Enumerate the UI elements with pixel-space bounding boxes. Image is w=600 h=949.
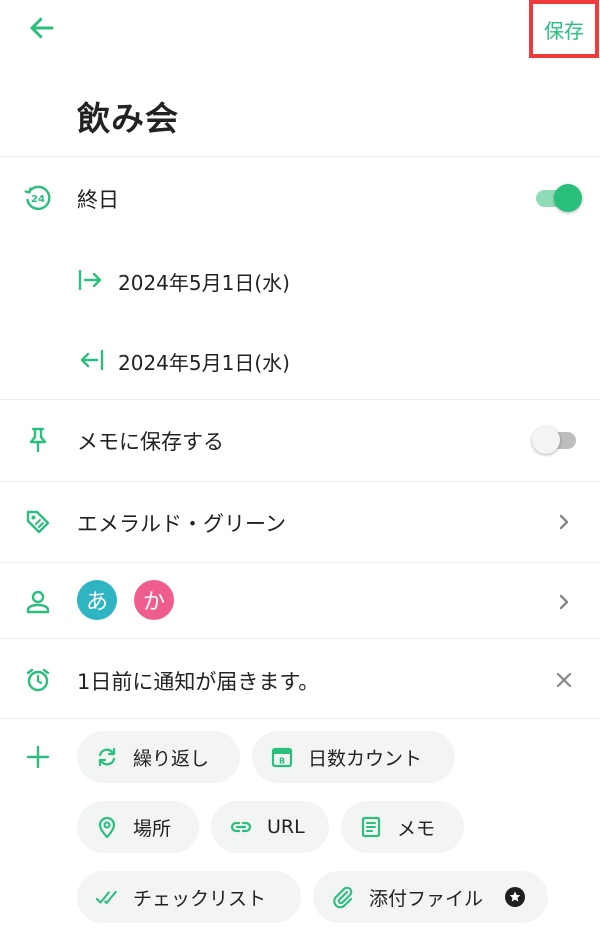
top-bar: 保存 xyxy=(0,0,600,62)
chip-url[interactable]: URL xyxy=(211,801,329,853)
notification-label: 1日前に通知が届きます。 xyxy=(77,670,320,694)
alarm-icon xyxy=(22,664,54,696)
svg-text:B: B xyxy=(279,757,285,766)
memo-save-label: メモに保存する xyxy=(77,430,224,454)
chip-label: URL xyxy=(267,816,305,838)
chip-memo[interactable]: メモ xyxy=(341,801,464,853)
avatar: か xyxy=(134,580,174,620)
divider xyxy=(0,399,600,400)
tag-icon xyxy=(22,506,54,538)
divider xyxy=(0,562,600,563)
start-arrow-icon xyxy=(77,266,105,294)
chip-location[interactable]: 場所 xyxy=(77,801,199,853)
checklist-icon xyxy=(95,885,119,909)
chip-day-count[interactable]: B 日数カウント xyxy=(252,731,455,783)
note-icon xyxy=(359,815,383,839)
memo-save-toggle[interactable] xyxy=(532,425,582,455)
repeat-icon xyxy=(95,745,119,769)
chip-label: チェックリスト xyxy=(133,887,267,910)
color-row[interactable]: エメラルド・グリーン xyxy=(0,492,600,552)
avatar: あ xyxy=(77,580,117,620)
start-date-row[interactable]: 2024年5月1日(水) xyxy=(0,250,600,310)
24h-icon: 24 xyxy=(22,182,54,214)
svg-text:24: 24 xyxy=(31,194,45,205)
end-date-row[interactable]: 2024年5月1日(水) xyxy=(0,330,600,390)
event-title[interactable]: 飲み会 xyxy=(77,92,179,140)
chip-label: 日数カウント xyxy=(308,747,423,770)
all-day-row[interactable]: 24 終日 xyxy=(0,168,600,228)
color-label: エメラルド・グリーン xyxy=(77,512,286,536)
all-day-toggle[interactable] xyxy=(532,183,582,213)
chip-checklist[interactable]: チェックリスト xyxy=(77,871,301,923)
chip-label: 繰り返し xyxy=(133,747,210,770)
person-icon xyxy=(22,586,54,618)
divider xyxy=(0,481,600,482)
premium-star-icon xyxy=(504,886,526,908)
divider xyxy=(0,718,600,719)
paperclip-icon xyxy=(331,885,355,909)
chevron-right-icon[interactable] xyxy=(552,590,576,614)
end-date-text: 2024年5月1日(水) xyxy=(118,351,290,375)
location-pin-icon xyxy=(95,815,119,839)
back-button[interactable] xyxy=(22,8,62,48)
memo-save-row[interactable]: メモに保存する xyxy=(0,410,600,470)
arrow-left-icon xyxy=(30,17,54,39)
chip-label: 添付ファイル xyxy=(369,887,484,910)
start-date-text: 2024年5月1日(水) xyxy=(118,271,290,295)
chip-label: メモ xyxy=(397,817,436,840)
divider xyxy=(0,156,600,157)
chevron-right-icon[interactable] xyxy=(552,510,576,534)
plus-icon[interactable] xyxy=(22,741,54,773)
all-day-label: 終日 xyxy=(77,188,119,212)
chip-label: 場所 xyxy=(133,817,172,840)
calendar-count-icon: B xyxy=(270,745,294,769)
divider xyxy=(0,638,600,639)
end-arrow-icon xyxy=(77,346,105,374)
save-button[interactable]: 保存 xyxy=(529,0,599,58)
chip-attachment[interactable]: 添付ファイル xyxy=(313,871,548,923)
members-row[interactable]: あ か xyxy=(0,572,600,632)
chip-repeat[interactable]: 繰り返し xyxy=(77,731,240,783)
close-icon[interactable] xyxy=(552,668,576,692)
pin-icon xyxy=(22,424,54,456)
link-icon xyxy=(229,815,253,839)
notification-row[interactable]: 1日前に通知が届きます。 xyxy=(0,650,600,710)
